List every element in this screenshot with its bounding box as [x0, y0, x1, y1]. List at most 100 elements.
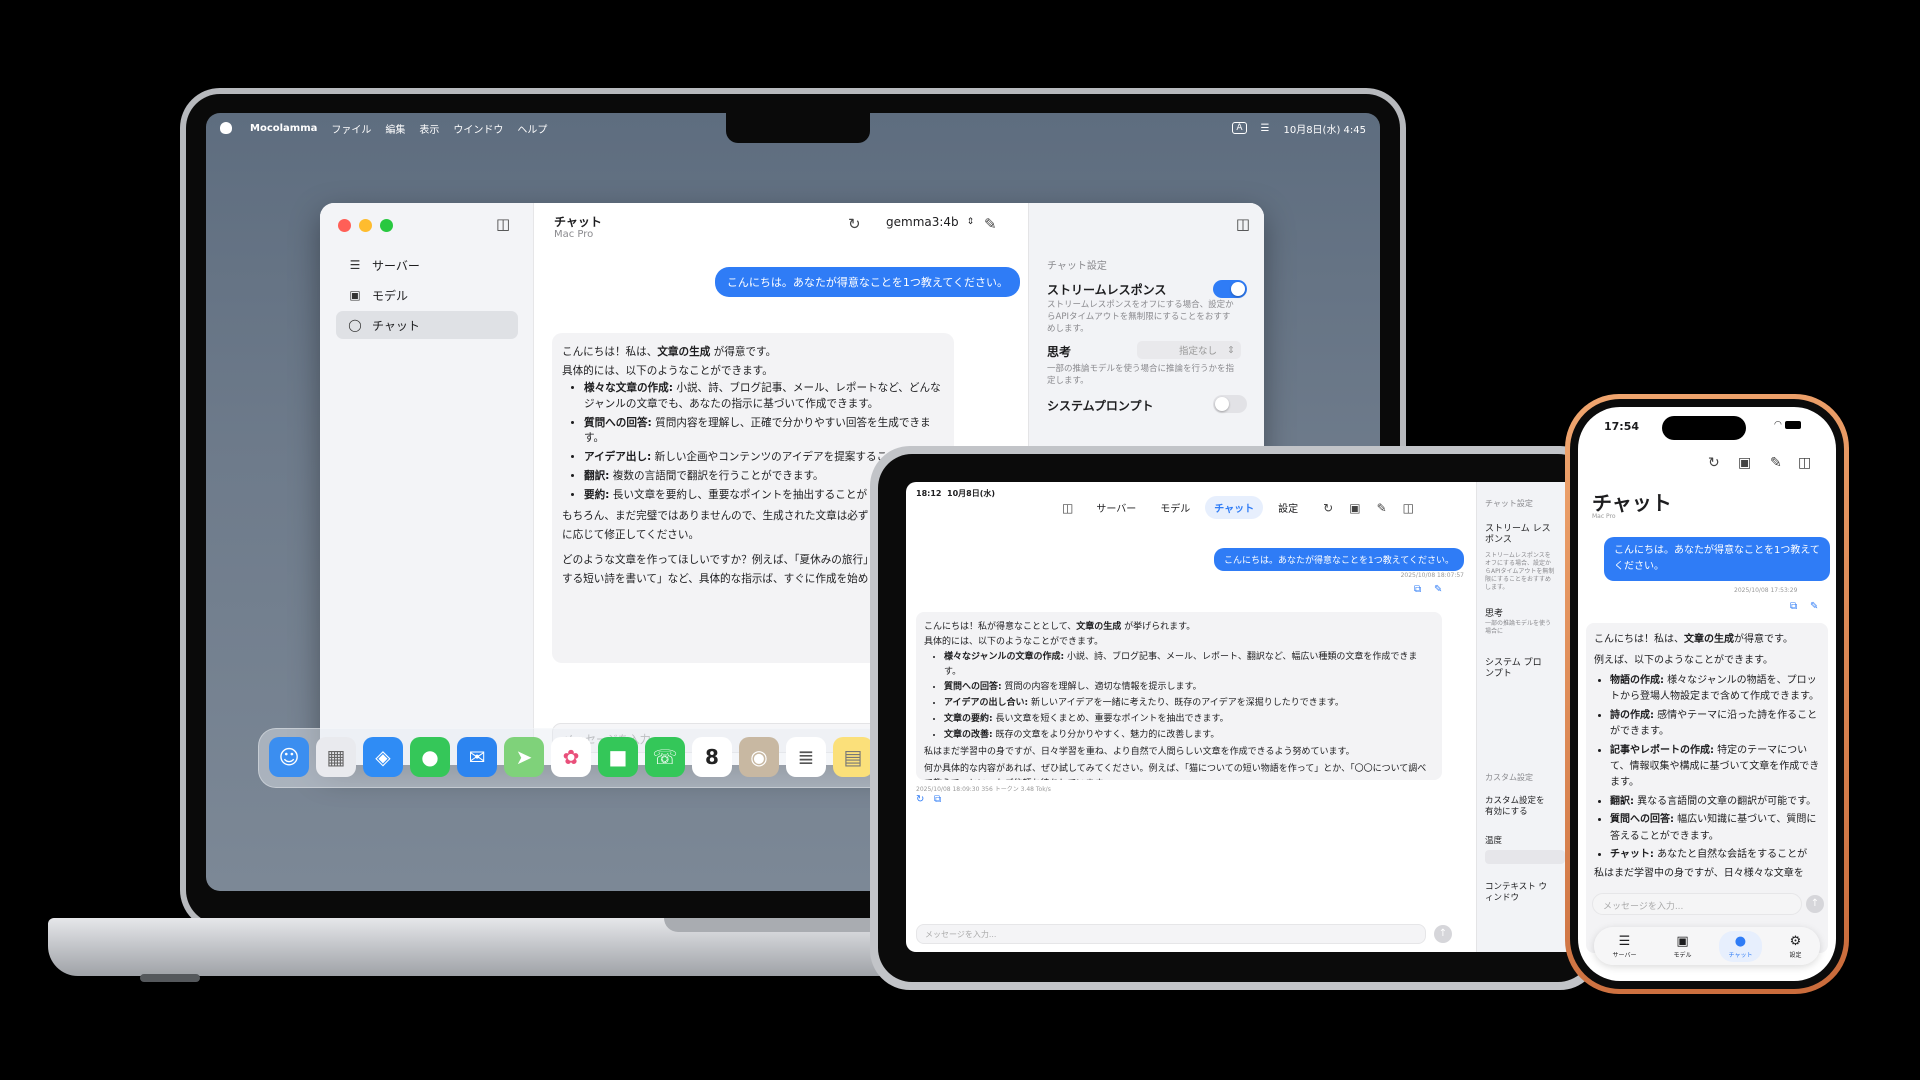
list-item-bold: 様々な文章の作成: — [584, 382, 673, 394]
tab-server[interactable]: ☰ サーバー — [1603, 931, 1647, 962]
tab-label: 設定 — [1789, 951, 1802, 959]
edit-icon[interactable]: ✎ — [1434, 584, 1442, 595]
list-item-bold: 翻訳: — [1610, 795, 1634, 807]
page-title: チャット — [554, 215, 602, 229]
tab-settings[interactable]: 設定 — [1269, 496, 1307, 519]
control-center-icon[interactable]: ☰ — [1261, 123, 1270, 134]
menu-help[interactable]: ヘルプ — [517, 121, 547, 136]
tab-model[interactable]: モデル — [1151, 496, 1199, 519]
sidebar-toggle-icon[interactable]: ◫ — [1062, 501, 1073, 515]
send-icon[interactable]: ↑ — [1434, 925, 1452, 943]
sidebar-item-server[interactable]: ☰ サーバー — [336, 251, 518, 279]
menu-view[interactable]: 表示 — [419, 121, 439, 136]
reminders-icon[interactable]: ≣ — [786, 737, 826, 777]
custom-settings-section: カスタム設定 — [1485, 773, 1533, 782]
tab-settings[interactable]: ⚙ 設定 — [1779, 931, 1811, 962]
tab-chat[interactable]: ● チャット — [1718, 930, 1763, 962]
zoom-window-button[interactable] — [380, 219, 393, 232]
facetime-icon[interactable]: ■ — [598, 737, 638, 777]
tab-server[interactable]: サーバー — [1087, 496, 1145, 519]
close-window-button[interactable] — [338, 219, 351, 232]
sidebar-toggle-icon[interactable]: ◫ — [496, 215, 510, 233]
mail-icon[interactable]: ✉ — [457, 737, 497, 777]
menu-file[interactable]: ファイル — [331, 121, 371, 136]
sidebar-item-chat[interactable]: ◯ チャット — [336, 311, 518, 339]
message-input[interactable]: メッセージを入力... — [916, 924, 1426, 944]
menu-edit[interactable]: 編集 — [385, 121, 405, 136]
user-message-timestamp: 2025/10/08 18:07:57 — [1400, 572, 1464, 579]
new-chat-icon[interactable]: ✎ — [984, 215, 997, 233]
model-icon[interactable]: ▣ — [1349, 501, 1360, 515]
edit-icon[interactable]: ✎ — [1810, 601, 1818, 612]
list-item-bold: 質問への回答: — [944, 682, 1002, 693]
maps-icon[interactable]: ➤ — [504, 737, 544, 777]
new-chat-icon[interactable]: ✎ — [1377, 501, 1387, 515]
system-prompt-toggle[interactable] — [1213, 395, 1247, 413]
menu-app-name[interactable]: Mocolamma — [250, 123, 317, 134]
refresh-icon[interactable]: ↻ — [1323, 501, 1333, 515]
stream-response-label: ストリームレスポンス — [1047, 283, 1167, 297]
sidebar-item-model[interactable]: ▣ モデル — [336, 281, 518, 309]
server-icon: ☰ — [1618, 933, 1631, 949]
model-icon[interactable]: ▣ — [1738, 455, 1751, 471]
answer-list: 物語の作成: 様々なジャンルの物語を、プロットから登場人物設定まで含めて作成でき… — [1594, 673, 1820, 863]
server-subtitle: Mac Pro — [1592, 513, 1616, 520]
phone-icon[interactable]: ☏ — [645, 737, 685, 777]
answer-intro-bold: 文章の生成 — [1076, 622, 1122, 632]
answer-intro-text: が挙げられます。 — [1121, 622, 1196, 632]
stream-response-toggle[interactable] — [1213, 280, 1247, 298]
assistant-message: こんにちは！私が得意なこととして、文章の生成 が挙げられます。 具体的には、以下… — [916, 612, 1442, 780]
regenerate-icon[interactable]: ↻ — [916, 794, 924, 805]
launchpad-icon[interactable]: ▦ — [316, 737, 356, 777]
list-item-bold: 質問への回答: — [584, 416, 652, 429]
thinking-select[interactable]: 指定なし ⇕ — [1137, 341, 1241, 359]
message-input[interactable]: メッセージを入力... — [1592, 893, 1802, 915]
sidebar-item-label: サーバー — [372, 258, 420, 273]
list-item: 文章の要約: 長い文章を短くまとめ、重要なポイントを抽出できます。 — [944, 712, 1434, 727]
photos-icon[interactable]: ✿ — [551, 737, 591, 777]
answer-intro-text: が得意です。 — [1734, 634, 1793, 645]
chevron-updown-icon: ⇕ — [966, 217, 975, 227]
notes-icon[interactable]: ▤ — [833, 737, 873, 777]
tab-model[interactable]: ▣ モデル — [1663, 931, 1701, 962]
finder-icon[interactable]: ☺ — [269, 737, 309, 777]
iphone-tab-bar: ☰ サーバー ▣ モデル ● チャット ⚙ 設定 — [1594, 927, 1820, 965]
contacts-icon[interactable]: ◉ — [739, 737, 779, 777]
menubar-clock[interactable]: 10月8日(水) 4:45 — [1283, 121, 1366, 136]
gear-icon: ⚙ — [1789, 933, 1802, 949]
tab-label: モデル — [1673, 951, 1692, 959]
list-item-text: 複数の言語間で翻訳を行うことができます。 — [609, 470, 824, 482]
answer-list: 様々なジャンルの文章の作成: 小説、詩、ブログ記事、メール、レポート、翻訳など、… — [924, 650, 1434, 743]
safari-icon[interactable]: ◈ — [363, 737, 403, 777]
minimize-window-button[interactable] — [359, 219, 372, 232]
system-prompt-label: システム プロンプト — [1485, 658, 1542, 679]
list-item-bold: チャット: — [1610, 849, 1654, 861]
thinking-label: 思考 — [1047, 345, 1072, 359]
copy-icon[interactable]: ⧉ — [934, 794, 941, 805]
temperature-slider[interactable] — [1485, 850, 1565, 864]
list-item: 質問への回答: 質問の内容を理解し、適切な情報を提示します。 — [944, 680, 1434, 695]
stream-response-description: ストリームレスポンスをオフにする場合、設定からAPIタイムアウトを無制限にするこ… — [1485, 552, 1555, 591]
list-item-bold: 質問への回答: — [1610, 814, 1674, 826]
page-title: チャット — [1592, 491, 1672, 515]
inspector-toggle-icon[interactable]: ◫ — [1798, 455, 1811, 471]
send-icon[interactable]: ↑ — [1806, 895, 1824, 913]
copy-icon[interactable]: ⧉ — [1790, 601, 1797, 612]
list-item-bold: 文章の改善: — [944, 730, 993, 741]
temperature-label: 温度 — [1485, 836, 1503, 846]
calendar-icon[interactable]: 8 — [692, 737, 732, 777]
inspector-toggle-icon[interactable]: ◫ — [1236, 215, 1250, 233]
inspector-toggle-icon[interactable]: ◫ — [1403, 501, 1414, 515]
input-source-icon[interactable]: A — [1232, 122, 1247, 134]
new-chat-icon[interactable]: ✎ — [1770, 455, 1782, 471]
refresh-icon[interactable]: ↻ — [1708, 455, 1720, 471]
messages-icon[interactable]: ● — [410, 737, 450, 777]
model-selector[interactable]: gemma3:4b ⇕ — [886, 215, 974, 229]
copy-icon[interactable]: ⧉ — [1414, 584, 1421, 595]
user-message: こんにちは。あなたが得意なことを1つ教えてください。 — [1604, 537, 1830, 581]
tab-chat[interactable]: チャット — [1205, 496, 1264, 519]
refresh-icon[interactable]: ↻ — [848, 215, 861, 233]
menu-window[interactable]: ウインドウ — [453, 121, 503, 136]
ipad-status-time: 18:12 10月8日(水) — [916, 488, 995, 499]
apple-menu-icon[interactable] — [220, 122, 232, 134]
